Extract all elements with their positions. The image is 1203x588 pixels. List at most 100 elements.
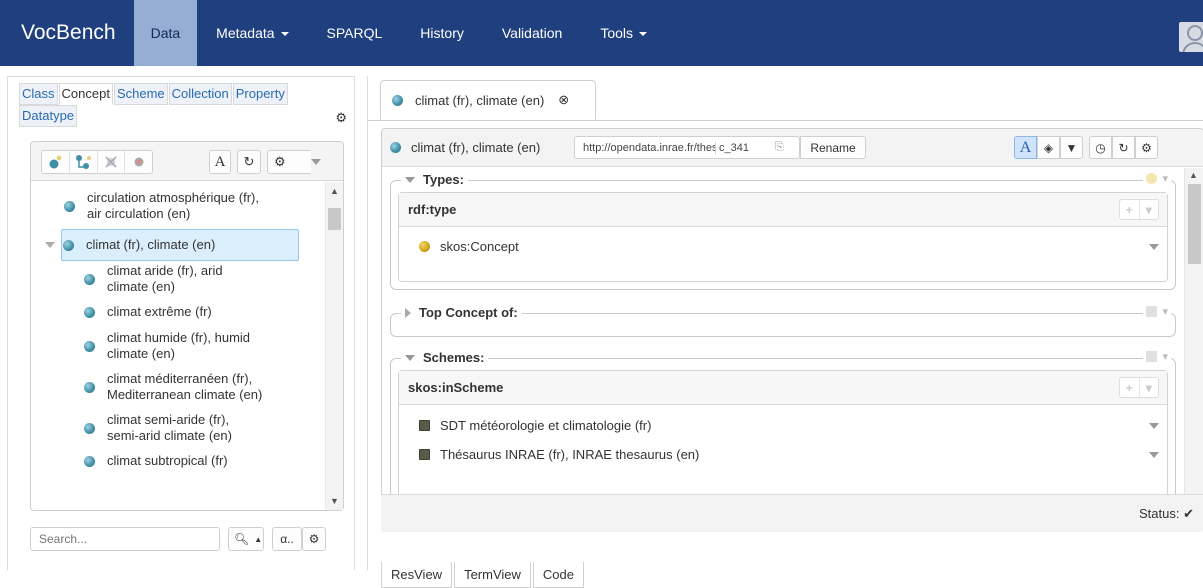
tab-scheme[interactable]: Scheme: [113, 83, 168, 105]
top-navbar: VocBench Data Metadata SPARQL History Va…: [0, 0, 1203, 66]
copy-icon[interactable]: ⎘: [775, 141, 784, 154]
concept-icon: [390, 142, 401, 153]
property-header[interactable]: rdf:type + ▾: [399, 193, 1167, 227]
top-concept-section-title[interactable]: Top Concept of:: [401, 305, 522, 320]
tree-node[interactable]: climat humide (fr), humid climate (en): [84, 330, 250, 362]
tree-node[interactable]: climat extrême (fr): [84, 304, 212, 320]
gear-icon: ⚙: [1141, 140, 1152, 155]
refresh-icon: ↻: [1118, 140, 1129, 155]
tree-node-selected[interactable]: climat (fr), climate (en): [45, 237, 215, 253]
uri-localname[interactable]: c_341: [715, 141, 775, 154]
gear-icon[interactable]: ⚙: [335, 110, 347, 126]
tree-node[interactable]: climat subtropical (fr): [84, 453, 228, 469]
tab-property[interactable]: Property: [232, 83, 288, 105]
refresh-icon: ↻: [243, 154, 255, 169]
chevron-down-icon[interactable]: [1149, 243, 1159, 250]
top-concept-section: Top Concept of: ▾: [390, 305, 1176, 337]
check-icon: ✔: [1183, 506, 1194, 521]
nav-tools[interactable]: Tools: [581, 0, 666, 66]
refresh-button[interactable]: ↻: [237, 150, 261, 174]
tree-node[interactable]: circulation atmosphérique (fr), air circu…: [64, 190, 259, 222]
chevron-down-icon[interactable]: [1149, 422, 1159, 429]
resource-view-panel: climat (fr), climate (en) ⊗ climat (fr),…: [367, 76, 1203, 588]
nav-metadata[interactable]: Metadata: [197, 0, 307, 66]
value-row[interactable]: Thésaurus INRAE (fr), INRAE thesaurus (e…: [419, 447, 1159, 462]
resource-scrollbar[interactable]: ▲ ▼: [1184, 168, 1203, 531]
add-value-buttons[interactable]: + ▾: [1119, 199, 1159, 220]
refresh-button[interactable]: ↻: [1112, 136, 1135, 159]
class-icon: [419, 241, 430, 252]
plus-icon: +: [1120, 200, 1140, 219]
create-narrower-button[interactable]: [70, 151, 98, 173]
lang-toggle-button[interactable]: A: [209, 150, 231, 174]
expand-toggle-icon[interactable]: [45, 242, 55, 248]
deprecate-concept-button[interactable]: [125, 151, 152, 173]
resource-title: climat (fr), climate (en): [390, 140, 540, 155]
tree-node[interactable]: climat aride (fr), arid climate (en): [84, 263, 223, 295]
schemes-section-title[interactable]: Schemes:: [401, 350, 489, 365]
top-concept-actions[interactable]: ▾: [1143, 305, 1171, 318]
add-narrower-icon: [76, 155, 92, 169]
tree-node[interactable]: climat semi-aride (fr), semi-arid climate…: [84, 412, 232, 444]
property-header[interactable]: skos:inScheme + ▾: [399, 371, 1167, 405]
value-row[interactable]: SDT météorologie et climatologie (fr): [419, 418, 1159, 433]
tab-class[interactable]: Class: [19, 83, 58, 105]
create-concept-button[interactable]: [42, 151, 70, 173]
chevron-down-icon: ▾: [1145, 202, 1152, 217]
search-button[interactable]: 🔍︎ ▲: [228, 527, 264, 551]
delete-concept-button[interactable]: [98, 151, 126, 173]
expand-icon[interactable]: [405, 307, 411, 318]
chevron-down-icon[interactable]: [311, 159, 321, 165]
plus-icon: +: [1120, 378, 1140, 397]
tab-resview[interactable]: ResView: [381, 562, 453, 588]
tree-scrollbar[interactable]: ▲ ▼: [325, 182, 343, 510]
close-icon[interactable]: ⊗: [558, 92, 569, 108]
uri-namespace: http://opendata.inrae.fr/thesaurusINRAE/: [583, 141, 715, 154]
scheme-icon: [419, 420, 430, 431]
nav-history[interactable]: History: [401, 0, 483, 66]
nav-metadata-label: Metadata: [216, 25, 275, 41]
search-input[interactable]: [30, 527, 220, 551]
inference-toggle-button[interactable]: ◈: [1037, 136, 1060, 159]
status-label[interactable]: Status: ✔: [1139, 506, 1194, 522]
rename-button[interactable]: Rename: [800, 136, 866, 159]
user-avatar-icon[interactable]: [1179, 22, 1203, 52]
resource-tab[interactable]: climat (fr), climate (en) ⊗: [380, 80, 596, 120]
delete-concept-icon: [105, 156, 117, 168]
resource-body: Types: ▾ rdf:type + ▾ skos:Concept Top Co…: [382, 168, 1180, 531]
tree-node[interactable]: climat méditerranéen (fr), Mediterranean …: [84, 371, 262, 403]
settings-button[interactable]: ⚙: [267, 150, 311, 174]
tree-toolbar: A ↻ ⚙: [31, 142, 343, 181]
history-button[interactable]: ◷: [1089, 136, 1112, 159]
lang-toggle-button[interactable]: A: [1014, 136, 1037, 159]
caret-up-icon: ▲: [254, 534, 263, 544]
gear-icon: ⚙: [308, 532, 320, 546]
types-section-actions[interactable]: ▾: [1143, 172, 1171, 185]
concept-tree: A ↻ ⚙ circulation atmosphérique (fr), air…: [30, 141, 344, 511]
chevron-down-icon[interactable]: [1149, 451, 1159, 458]
tab-datatype[interactable]: Datatype: [19, 105, 78, 127]
nav-validation[interactable]: Validation: [483, 0, 581, 66]
add-value-buttons[interactable]: + ▾: [1119, 377, 1159, 398]
nav-data[interactable]: Data: [133, 0, 198, 66]
value-row[interactable]: skos:Concept: [419, 239, 1159, 254]
caret-down-icon: [280, 32, 289, 37]
tree-action-group: [41, 150, 153, 174]
tab-code[interactable]: Code: [532, 562, 584, 588]
search-settings-button[interactable]: ⚙: [302, 527, 326, 551]
uri-field[interactable]: http://opendata.inrae.fr/thesaurusINRAE/…: [574, 136, 800, 159]
chevron-down-icon: ▾: [1145, 380, 1152, 395]
clock-icon: ◷: [1095, 140, 1106, 155]
settings-button[interactable]: ⚙: [1135, 136, 1158, 159]
nav-sparql[interactable]: SPARQL: [308, 0, 402, 66]
collapse-icon[interactable]: [405, 354, 415, 361]
types-section-title[interactable]: Types:: [401, 172, 468, 187]
collapse-icon[interactable]: [405, 176, 415, 183]
filter-button[interactable]: ▼: [1060, 136, 1083, 159]
tab-termview[interactable]: TermView: [454, 562, 531, 588]
schemes-section-actions[interactable]: ▾: [1143, 350, 1171, 363]
brand-logo[interactable]: VocBench: [0, 0, 134, 66]
tab-concept[interactable]: Concept: [58, 83, 113, 105]
search-mode-button[interactable]: α..: [272, 527, 302, 551]
tab-collection[interactable]: Collection: [168, 83, 232, 105]
